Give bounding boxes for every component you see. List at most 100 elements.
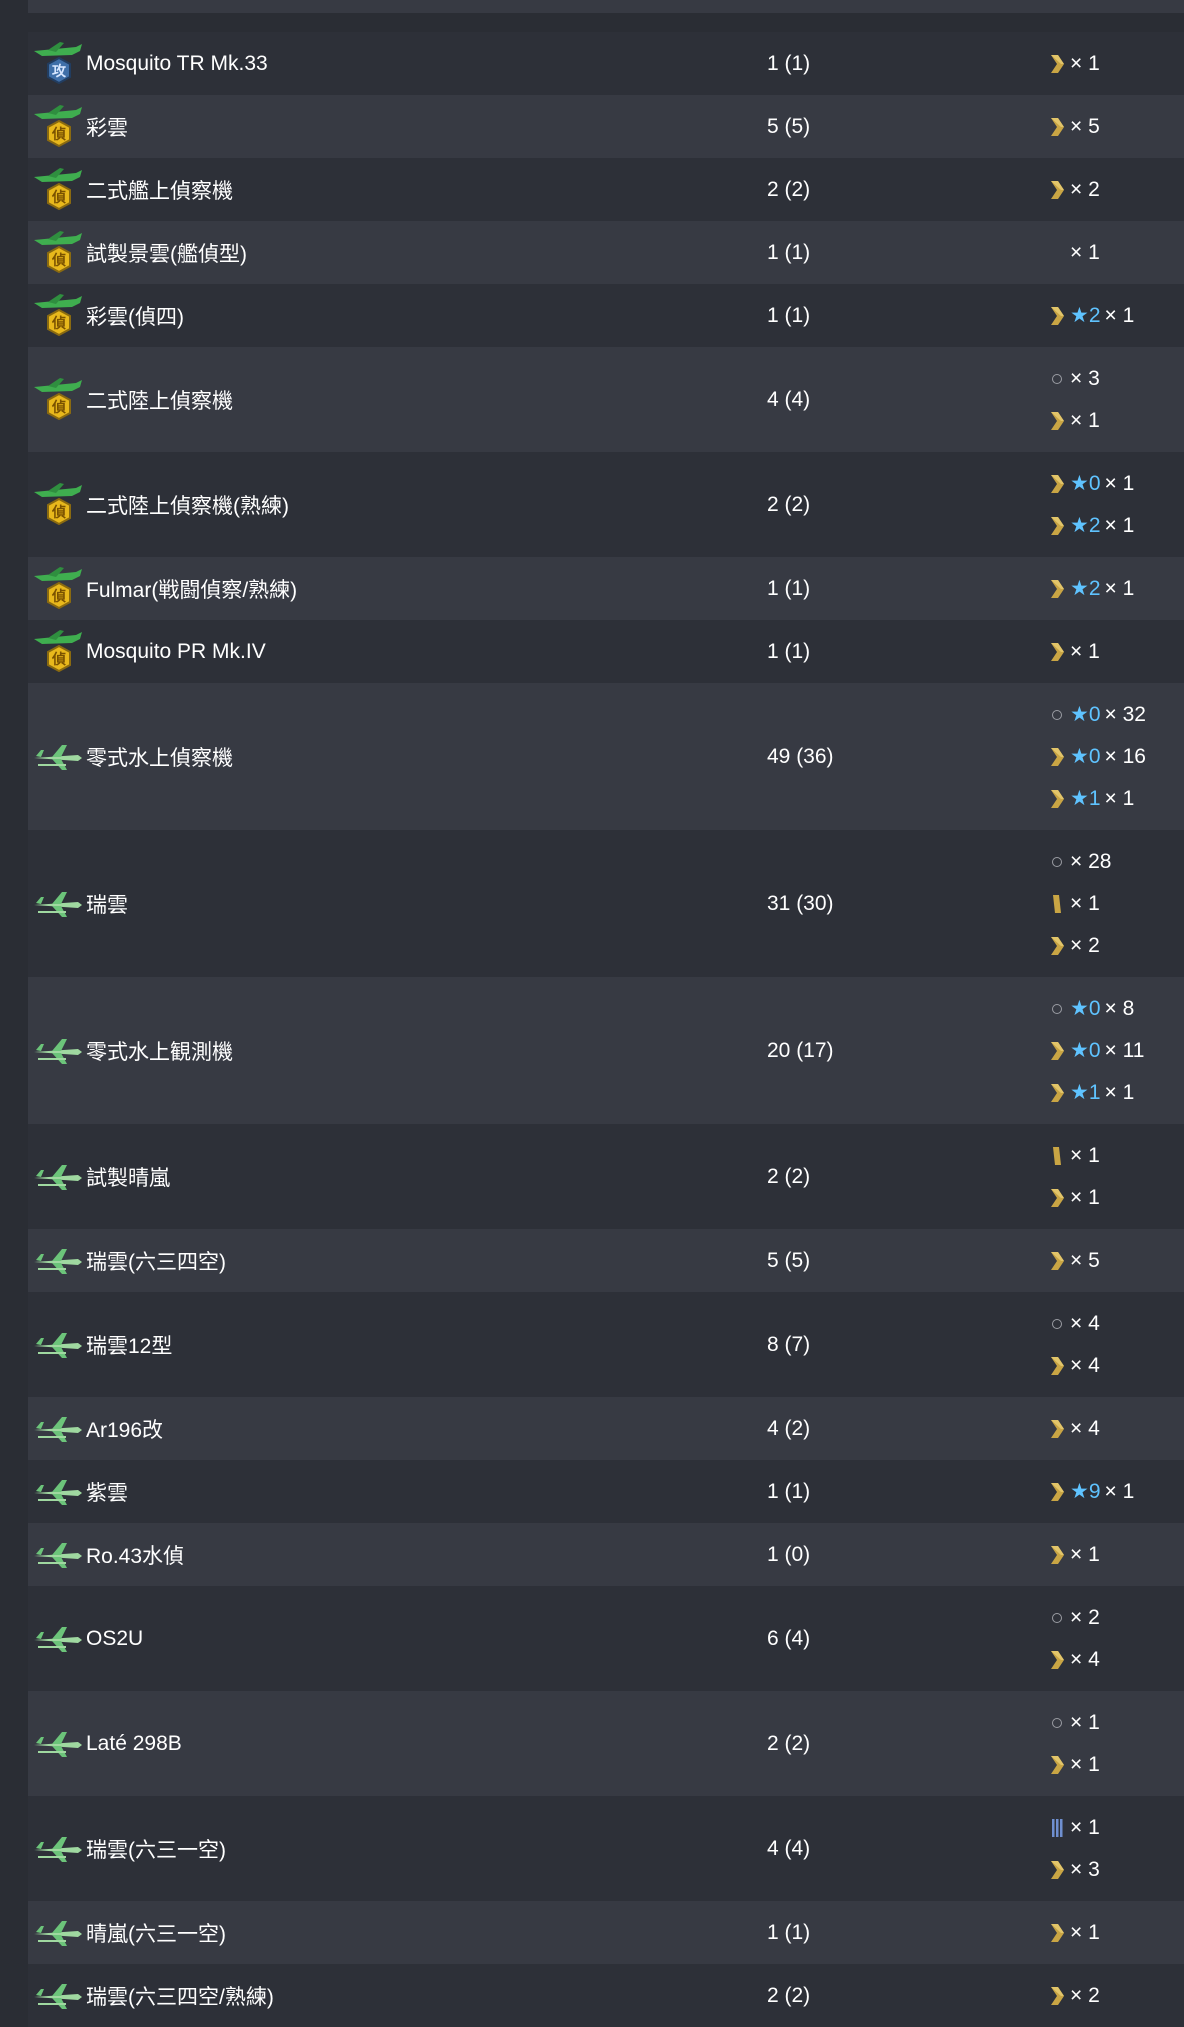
equipment-name: 試製晴嵐	[86, 1166, 170, 1190]
proficiency-chevron-icon	[1046, 1984, 1068, 2008]
equipment-name-cell: 瑞雲	[28, 889, 767, 919]
equipment-name: Mosquito TR Mk.33	[86, 51, 268, 75]
equipment-name: 彩雲(偵四)	[86, 305, 184, 329]
improvement-star: ★0	[1070, 703, 1101, 726]
proficiency-line: × 2	[1046, 1597, 1100, 1639]
equipment-row: 瑞雲12型 8 (7) × 4 × 4	[28, 1292, 1184, 1397]
improvement-star: ★0	[1070, 1039, 1101, 1062]
proficiency-chevron-icon	[1046, 1039, 1068, 1063]
equipment-name: 二式陸上偵察機(熟練)	[86, 494, 289, 518]
equipment-row: 瑞雲(六三一空) 4 (4) × 1 × 3	[28, 1796, 1184, 1901]
proficiency-chevron-icon	[1046, 1753, 1068, 1777]
equipment-row: 試製晴嵐 2 (2) × 1 × 1	[28, 1124, 1184, 1229]
proficiency-line: × 1	[1046, 883, 1111, 925]
improvement-star: ★0	[1070, 472, 1101, 495]
proficiency-count: × 1	[1104, 576, 1135, 600]
proficiency-chevron-icon	[1046, 409, 1068, 433]
svg-text:偵: 偵	[51, 126, 66, 143]
proficiency-chevron-icon	[1046, 472, 1068, 496]
proficiency-chevron-icon	[1046, 514, 1068, 538]
proficiency-chevron-icon	[1046, 52, 1068, 76]
proficiency-count: × 1	[1070, 1542, 1100, 1566]
proficiency-line: × 1	[1046, 1702, 1100, 1744]
seaplane-icon	[28, 742, 86, 772]
proficiency-chevron-icon	[1046, 745, 1068, 769]
equipment-row: OS2U 6 (4) × 2 × 4	[28, 1586, 1184, 1691]
proficiency-chevron-icon	[1046, 1858, 1068, 1882]
proficiency-chevron-icon	[1046, 1249, 1068, 1273]
equipment-name-cell: OS2U	[28, 1624, 767, 1654]
proficiency-chevron-icon	[1046, 934, 1068, 958]
proficiency-breakdown: × 1	[1046, 1912, 1100, 1954]
proficiency-line: × 1	[1046, 232, 1100, 274]
proficiency-line: × 5	[1046, 106, 1100, 148]
proficiency-count: × 1	[1104, 471, 1135, 495]
proficiency-count: × 1	[1104, 1080, 1135, 1104]
equipment-name-cell: Ro.43水偵	[28, 1540, 767, 1570]
seaplane-icon	[28, 1918, 86, 1948]
equipment-name: 瑞雲	[86, 893, 128, 917]
proficiency-count: × 4	[1070, 1353, 1100, 1377]
equipment-name-cell: 偵 Mosquito PR Mk.IV	[28, 629, 767, 675]
recon-plane-icon: 偵	[28, 293, 86, 339]
equipment-count: 4 (4)	[767, 387, 811, 411]
equipment-count: 2 (2)	[767, 1164, 811, 1188]
svg-text:偵: 偵	[51, 252, 66, 269]
proficiency-count: × 1	[1070, 891, 1100, 915]
attacker-plane-icon: 攻	[28, 41, 86, 87]
svg-text:偵: 偵	[51, 315, 66, 332]
proficiency-line: × 3	[1046, 358, 1100, 400]
proficiency-breakdown: × 3 × 1	[1046, 358, 1100, 442]
equipment-count: 1 (1)	[767, 240, 811, 264]
proficiency-chevron-icon	[1046, 640, 1068, 664]
proficiency-line: ★2 × 1	[1046, 505, 1134, 547]
proficiency-line: ★1 × 1	[1046, 778, 1146, 820]
equipment-name-cell: 攻 Mosquito TR Mk.33	[28, 41, 767, 87]
improvement-star: ★1	[1070, 1081, 1101, 1104]
proficiency-none-icon	[1046, 1711, 1068, 1735]
equipment-name: 試製景雲(艦偵型)	[86, 242, 247, 266]
proficiency-count: × 2	[1070, 1983, 1100, 2007]
proficiency-count: × 3	[1070, 366, 1100, 390]
proficiency-count: × 4	[1070, 1647, 1100, 1671]
proficiency-count: × 1	[1070, 1185, 1100, 1209]
proficiency-line: × 2	[1046, 169, 1100, 211]
proficiency-count: × 2	[1070, 177, 1100, 201]
recon-plane-icon: 偵	[28, 104, 86, 150]
proficiency-line: × 1	[1046, 1534, 1100, 1576]
equipment-name-cell: Laté 298B	[28, 1729, 767, 1759]
equipment-name: 瑞雲(六三一空)	[86, 1838, 226, 1862]
proficiency-line: ★0 × 16	[1046, 736, 1146, 778]
equipment-name-cell: Ar196改	[28, 1414, 767, 1444]
proficiency-chevron-icon	[1046, 787, 1068, 811]
proficiency-line: × 4	[1046, 1345, 1100, 1387]
proficiency-none-icon	[1046, 1312, 1068, 1336]
equipment-name-cell: 偵 二式陸上偵察機(熟練)	[28, 482, 767, 528]
equipment-count: 4 (2)	[767, 1416, 811, 1440]
equipment-count: 1 (0)	[767, 1542, 811, 1566]
equipment-count: 2 (2)	[767, 1983, 811, 2007]
proficiency-none-icon	[1046, 367, 1068, 391]
equipment-name-cell: 偵 彩雲(偵四)	[28, 293, 767, 339]
equipment-row: 零式水上偵察機 49 (36) ★0 × 32 ★0 × 16 ★1 × 1	[28, 683, 1184, 830]
proficiency-none-icon	[1046, 1606, 1068, 1630]
equipment-count: 1 (1)	[767, 303, 811, 327]
proficiency-breakdown: ★0 × 32 ★0 × 16 ★1 × 1	[1046, 694, 1146, 820]
proficiency-bar-icon	[1046, 1144, 1068, 1168]
proficiency-line: × 5	[1046, 1240, 1100, 1282]
proficiency-line: × 1	[1046, 1135, 1100, 1177]
equipment-name: Mosquito PR Mk.IV	[86, 639, 266, 663]
proficiency-count: × 2	[1070, 1605, 1100, 1629]
proficiency-line: × 1	[1046, 43, 1100, 85]
proficiency-breakdown: × 1 × 1	[1046, 1135, 1100, 1219]
equipment-row: 偵 Fulmar(戦闘偵察/熟練) 1 (1) ★2 × 1	[28, 557, 1184, 620]
proficiency-count: × 1	[1070, 408, 1100, 432]
equipment-count: 6 (4)	[767, 1626, 811, 1650]
improvement-star: ★0	[1070, 745, 1101, 768]
seaplane-icon	[28, 1981, 86, 2011]
proficiency-line: × 4	[1046, 1408, 1100, 1450]
equipment-name: 彩雲	[86, 116, 128, 140]
svg-text:偵: 偵	[51, 651, 66, 668]
proficiency-count: × 1	[1070, 1143, 1100, 1167]
proficiency-line: × 4	[1046, 1639, 1100, 1681]
